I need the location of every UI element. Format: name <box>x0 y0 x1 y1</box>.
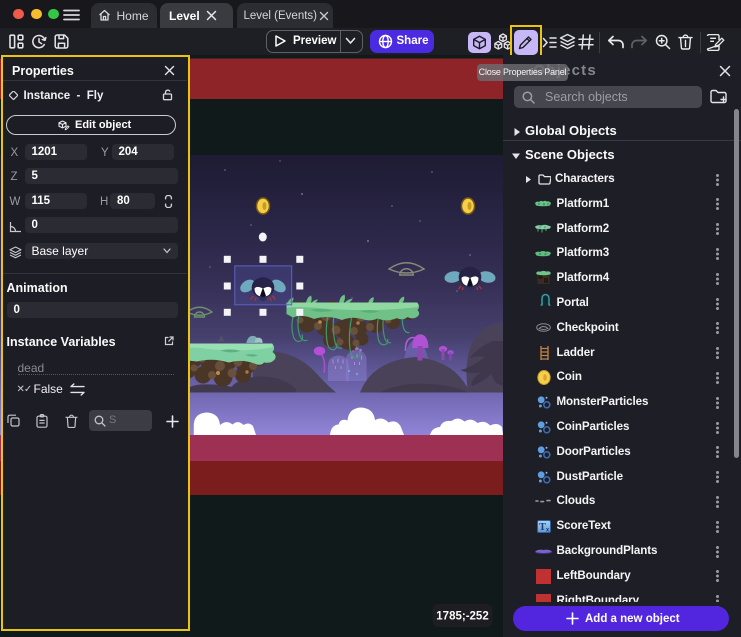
svg-text:1785;-252: 1785;-252 <box>436 611 488 623</box>
